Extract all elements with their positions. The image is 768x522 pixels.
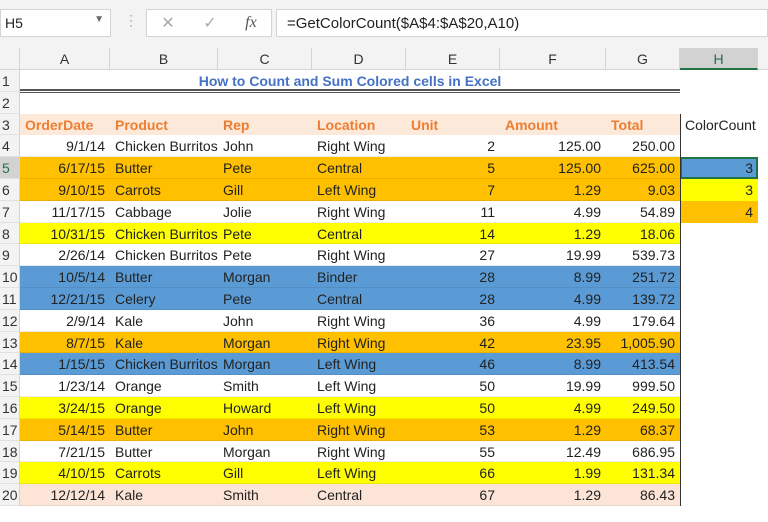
name-box[interactable]: H5 ▼ xyxy=(0,9,111,37)
insert-function-icon[interactable]: fx xyxy=(245,14,257,32)
column-headers: ABCDEFGH xyxy=(0,48,768,70)
formula-buttons: ✕ ✓ fx xyxy=(146,9,272,37)
row-header[interactable]: 9 xyxy=(0,244,20,267)
row-header[interactable]: 3 xyxy=(0,113,20,136)
column-header-e[interactable]: E xyxy=(406,48,500,70)
row-header[interactable]: 13 xyxy=(0,331,20,354)
row-header[interactable]: 15 xyxy=(0,375,20,397)
cancel-icon[interactable]: ✕ xyxy=(161,13,174,33)
name-box-value: H5 xyxy=(5,15,23,31)
formula-input[interactable]: =GetColorCount($A$4:$A$20,A10) xyxy=(276,9,768,37)
row-header[interactable]: 4 xyxy=(0,135,20,158)
row-header[interactable]: 1 xyxy=(0,70,20,92)
column-header-f[interactable]: F xyxy=(500,48,606,70)
column-header-a[interactable]: A xyxy=(20,48,110,70)
row-header[interactable]: 18 xyxy=(0,440,20,463)
row-header[interactable]: 14 xyxy=(0,353,20,376)
column-header-b[interactable]: B xyxy=(110,48,218,70)
sheet-row: 2 xyxy=(0,91,768,114)
column-header-c[interactable]: C xyxy=(218,48,312,70)
chevron-down-icon[interactable]: ▼ xyxy=(94,14,104,25)
row-header[interactable]: 8 xyxy=(0,222,20,245)
row-header[interactable]: 6 xyxy=(0,179,20,201)
row-header[interactable]: 16 xyxy=(0,397,20,419)
row-header[interactable]: 17 xyxy=(0,418,20,441)
row-header[interactable]: 5 xyxy=(0,157,20,179)
row-header[interactable]: 11 xyxy=(0,288,20,310)
row-header[interactable]: 10 xyxy=(0,266,20,288)
enter-icon[interactable]: ✓ xyxy=(203,13,216,33)
color-count-cell[interactable]: 3 xyxy=(680,157,758,179)
drag-handle-icon[interactable]: ⋮ xyxy=(124,12,138,29)
color-count-header[interactable]: ColorCount xyxy=(680,114,758,136)
color-count-cell[interactable]: 4 xyxy=(680,200,758,223)
column-header-g[interactable]: G xyxy=(606,48,680,70)
column-header-d[interactable]: D xyxy=(312,48,406,70)
formula-bar: H5 ▼ ⋮ ✕ ✓ fx =GetColorCount($A$4:$A$20,A… xyxy=(0,0,768,48)
column-header-h[interactable]: H xyxy=(680,48,758,70)
row-header[interactable]: 2 xyxy=(0,91,20,114)
table-border xyxy=(20,114,681,506)
row-header[interactable]: 19 xyxy=(0,462,20,485)
color-count-cell[interactable]: 3 xyxy=(680,179,758,201)
row-header[interactable]: 7 xyxy=(0,200,20,223)
row-header[interactable]: 12 xyxy=(0,309,20,332)
row-header[interactable]: 20 xyxy=(0,484,20,506)
select-all-button[interactable] xyxy=(0,48,20,70)
double-border xyxy=(20,89,680,93)
